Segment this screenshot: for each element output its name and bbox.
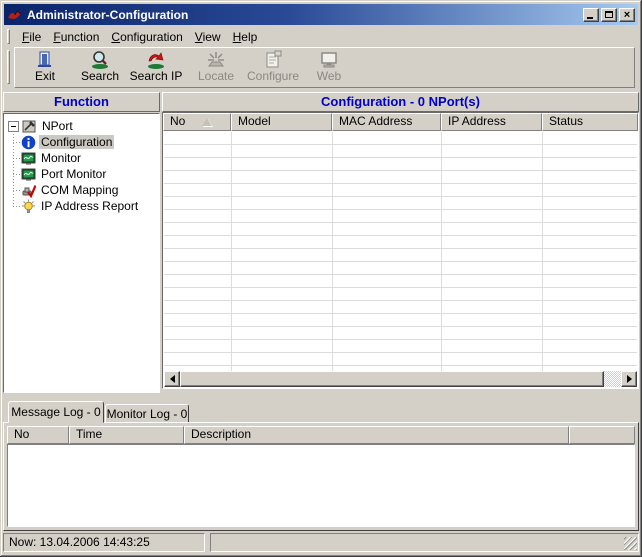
search-ip-button[interactable]: Search IP xyxy=(127,50,185,87)
device-list-body[interactable] xyxy=(164,132,637,371)
configure-label: Configure xyxy=(247,70,299,83)
function-tree-panel: NPort Configuration Monit xyxy=(3,113,160,393)
resize-grip-icon[interactable] xyxy=(624,537,637,550)
function-panel-header: Function xyxy=(3,92,160,112)
menu-configuration[interactable]: Configuration xyxy=(105,29,188,45)
tree-item-label[interactable]: Configuration xyxy=(39,135,114,149)
tree-item-monitor[interactable]: Monitor xyxy=(13,150,159,166)
column-header-status[interactable]: Status xyxy=(542,113,638,131)
statusbar-clock: Now: 13.04.2006 14:43:25 xyxy=(3,533,205,552)
title-bar: Administrator-Configuration × xyxy=(4,4,638,25)
configure-icon xyxy=(263,50,283,70)
locate-label: Locate xyxy=(198,70,234,83)
close-icon: × xyxy=(624,10,630,20)
function-tree: NPort Configuration Monit xyxy=(4,114,159,214)
minimize-button[interactable] xyxy=(583,8,599,22)
search-ip-icon xyxy=(146,50,166,70)
horizontal-scrollbar[interactable] xyxy=(164,371,637,387)
device-list: No Model MAC Address IP Address Status xyxy=(162,112,639,389)
tree-item-com-mapping[interactable]: COM Mapping xyxy=(13,182,159,198)
tree-guide-stub xyxy=(13,158,21,159)
search-label: Search xyxy=(81,70,119,83)
arrow-right-icon xyxy=(627,375,632,383)
web-icon xyxy=(319,50,339,70)
scroll-right-button[interactable] xyxy=(621,371,637,387)
application-window: Administrator-Configuration × File Funct… xyxy=(0,0,642,557)
nport-icon xyxy=(22,119,37,134)
locate-icon xyxy=(206,50,226,70)
close-button[interactable]: × xyxy=(619,8,635,22)
info-icon xyxy=(21,135,36,150)
search-icon xyxy=(90,50,110,70)
menu-function[interactable]: Function xyxy=(47,29,105,45)
toolbar: Exit Search Search IP xyxy=(4,46,638,89)
web-label: Web xyxy=(317,70,341,83)
maximize-icon xyxy=(605,11,613,18)
scroll-left-button[interactable] xyxy=(164,371,180,387)
tree-guide-stub xyxy=(13,206,21,207)
column-header-no[interactable]: No xyxy=(163,113,231,131)
ip-report-icon xyxy=(21,199,36,214)
menu-view[interactable]: View xyxy=(189,29,227,45)
menu-bar: File Function Configuration View Help xyxy=(4,27,638,46)
log-panel: No Time Description xyxy=(3,422,639,531)
sort-ascending-icon xyxy=(202,118,212,126)
log-column-spacer xyxy=(569,426,635,444)
tree-guide-stub xyxy=(13,142,21,143)
statusbar-pane xyxy=(210,533,639,552)
tree-item-label[interactable]: Port Monitor xyxy=(39,167,108,181)
tree-root-nport[interactable]: NPort xyxy=(7,118,159,134)
tab-message-log[interactable]: Message Log - 0 xyxy=(8,401,104,423)
configuration-panel-header: Configuration - 0 NPort(s) xyxy=(162,92,639,112)
locate-button[interactable]: Locate xyxy=(193,50,239,87)
log-column-description[interactable]: Description xyxy=(184,426,569,444)
tree-item-label[interactable]: Monitor xyxy=(39,151,83,165)
log-table-header: No Time Description xyxy=(7,426,635,444)
maximize-button[interactable] xyxy=(601,8,617,22)
column-header-model[interactable]: Model xyxy=(231,113,332,131)
tree-guide-stub xyxy=(13,174,21,175)
search-ip-label: Search IP xyxy=(130,70,183,83)
tree-guide-stub xyxy=(13,190,21,191)
exit-label: Exit xyxy=(35,70,55,83)
log-column-no[interactable]: No xyxy=(7,426,69,444)
device-list-header: No Model MAC Address IP Address Status xyxy=(163,113,638,131)
exit-button[interactable]: Exit xyxy=(21,50,69,87)
scrollbar-thumb[interactable] xyxy=(180,371,604,387)
tree-root-label[interactable]: NPort xyxy=(40,119,75,133)
tree-item-ip-address-report[interactable]: IP Address Report xyxy=(13,198,159,214)
port-monitor-icon xyxy=(21,167,36,182)
toolbar-band: Exit Search Search IP xyxy=(14,47,635,88)
collapse-icon[interactable] xyxy=(8,121,19,132)
com-mapping-icon xyxy=(21,183,36,198)
exit-icon xyxy=(35,50,55,70)
tab-monitor-log[interactable]: Monitor Log - 0 xyxy=(105,404,189,423)
arrow-left-icon xyxy=(170,375,175,383)
column-header-ip-address[interactable]: IP Address xyxy=(441,113,542,131)
tree-guide-line xyxy=(13,134,14,208)
tree-item-label[interactable]: COM Mapping xyxy=(39,183,120,197)
menu-help[interactable]: Help xyxy=(227,29,264,45)
tree-item-label[interactable]: IP Address Report xyxy=(39,199,140,213)
menu-file[interactable]: File xyxy=(16,29,47,45)
log-table-body[interactable] xyxy=(7,444,635,527)
log-column-time[interactable]: Time xyxy=(69,426,184,444)
tree-item-configuration[interactable]: Configuration xyxy=(13,134,159,150)
search-button[interactable]: Search xyxy=(75,50,125,87)
column-header-mac-address[interactable]: MAC Address xyxy=(332,113,441,131)
app-logo-icon xyxy=(7,7,23,23)
monitor-icon xyxy=(21,151,36,166)
configure-button[interactable]: Configure xyxy=(245,50,301,87)
tree-item-port-monitor[interactable]: Port Monitor xyxy=(13,166,159,182)
window-title: Administrator-Configuration xyxy=(27,8,583,22)
menubar-gripper[interactable] xyxy=(7,29,10,44)
toolbar-gripper[interactable] xyxy=(7,50,10,84)
minimize-icon xyxy=(587,17,593,19)
web-button[interactable]: Web xyxy=(307,50,351,87)
